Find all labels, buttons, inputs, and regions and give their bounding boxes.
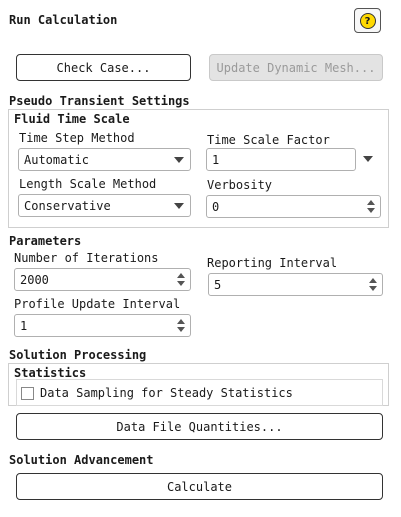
solution-advancement-section-title: Solution Advancement bbox=[9, 453, 154, 467]
chevron-down-icon bbox=[174, 202, 184, 209]
reporting-interval-value: 5 bbox=[214, 277, 222, 292]
decrement-icon[interactable] bbox=[177, 281, 185, 286]
decrement-icon[interactable] bbox=[367, 208, 375, 213]
solution-processing-section-title: Solution Processing bbox=[9, 348, 147, 362]
decrement-icon[interactable] bbox=[177, 327, 185, 332]
verbosity-stepper[interactable]: 0 bbox=[206, 195, 381, 218]
time-scale-factor-label: Time Scale Factor bbox=[207, 133, 330, 147]
increment-icon[interactable] bbox=[367, 200, 375, 205]
fluid-time-scale-title: Fluid Time Scale bbox=[14, 112, 130, 126]
calculate-button[interactable]: Calculate bbox=[16, 473, 383, 500]
parameters-section-title: Parameters bbox=[9, 234, 82, 248]
data-file-quantities-button[interactable]: Data File Quantities... bbox=[16, 413, 383, 440]
time-step-method-label: Time Step Method bbox=[19, 131, 135, 145]
verbosity-value: 0 bbox=[212, 199, 220, 214]
profile-update-interval-value: 1 bbox=[20, 318, 28, 333]
data-sampling-label[interactable]: Data Sampling for Steady Statistics bbox=[40, 386, 293, 400]
verbosity-label: Verbosity bbox=[207, 178, 273, 192]
time-scale-factor-value: 1 bbox=[212, 152, 220, 167]
number-of-iterations-label: Number of Iterations bbox=[14, 251, 159, 265]
increment-icon[interactable] bbox=[177, 319, 185, 324]
time-step-method-value: Automatic bbox=[24, 152, 90, 167]
panel-title: Run Calculation bbox=[9, 13, 118, 27]
number-of-iterations-stepper[interactable]: 2000 bbox=[14, 268, 191, 291]
increment-icon[interactable] bbox=[177, 273, 185, 278]
time-scale-factor-input[interactable]: 1 bbox=[206, 148, 356, 171]
reporting-interval-stepper[interactable]: 5 bbox=[208, 273, 383, 296]
length-scale-method-value: Conservative bbox=[24, 198, 111, 213]
help-button[interactable]: ? bbox=[354, 8, 381, 33]
check-case-button[interactable]: Check Case... bbox=[16, 54, 191, 81]
profile-update-interval-stepper[interactable]: 1 bbox=[14, 314, 191, 337]
data-sampling-checkbox[interactable] bbox=[21, 387, 34, 400]
question-mark-icon: ? bbox=[359, 12, 376, 29]
chevron-down-icon bbox=[174, 156, 184, 163]
reporting-interval-label: Reporting Interval bbox=[207, 256, 338, 270]
update-dynamic-mesh-button[interactable]: Update Dynamic Mesh... bbox=[209, 54, 383, 81]
length-scale-method-select[interactable]: Conservative bbox=[18, 194, 191, 217]
time-step-method-select[interactable]: Automatic bbox=[18, 148, 191, 171]
number-of-iterations-value: 2000 bbox=[20, 272, 49, 287]
increment-icon[interactable] bbox=[369, 278, 377, 283]
profile-update-interval-label: Profile Update Interval bbox=[14, 297, 181, 311]
statistics-title: Statistics bbox=[14, 366, 87, 380]
pseudo-transient-section-title: Pseudo Transient Settings bbox=[9, 94, 190, 108]
decrement-icon[interactable] bbox=[369, 286, 377, 291]
time-scale-factor-dropdown-icon[interactable] bbox=[363, 156, 373, 162]
length-scale-method-label: Length Scale Method bbox=[19, 177, 157, 191]
